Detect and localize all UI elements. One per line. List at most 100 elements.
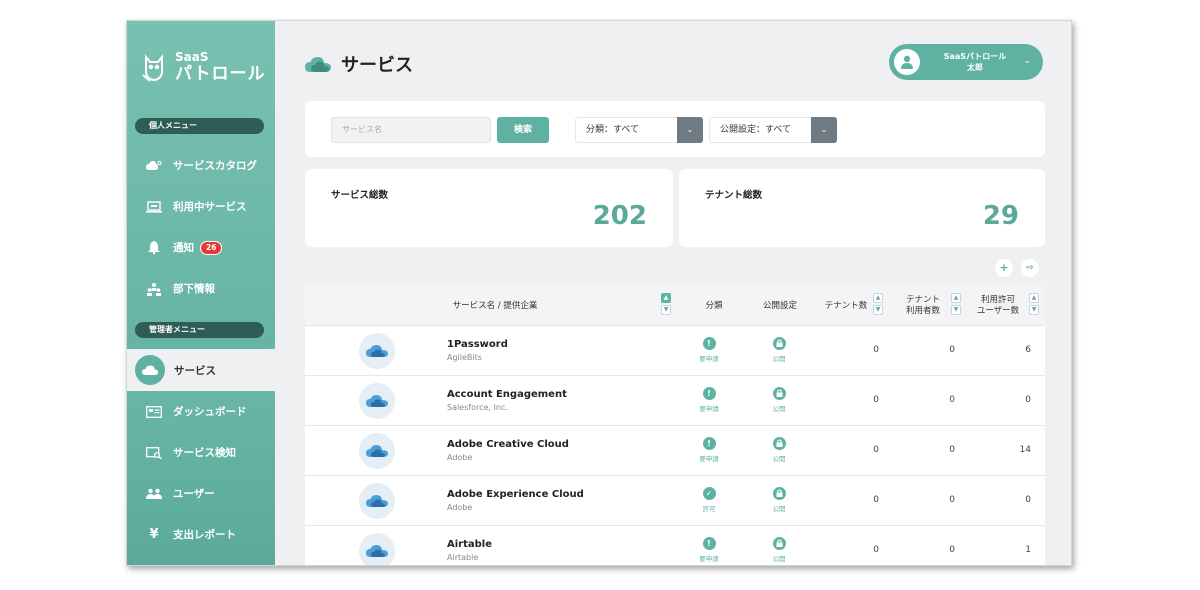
personal-menu-heading: 個人メニュー: [135, 118, 264, 134]
brand-logo[interactable]: SaaS パトロール: [141, 51, 266, 84]
licensed-user-count: 0: [1025, 395, 1031, 405]
sidebar-item-label: ユーザー: [173, 488, 215, 500]
user-name: SaaSパトロール 太郎: [927, 51, 1023, 73]
sort-asc-icon[interactable]: ▲: [951, 293, 961, 303]
service-name[interactable]: Adobe Experience Cloud: [447, 489, 584, 500]
brand-line2: パトロール: [175, 64, 266, 84]
public-setting-select[interactable]: 公開設定：すべて ⌄: [709, 117, 837, 143]
laptop-icon: [145, 200, 163, 214]
category-label: 要申請: [699, 405, 719, 413]
user-menu[interactable]: SaaSパトロール 太郎 ⌄: [889, 44, 1043, 80]
sidebar-item-services-in-use[interactable]: 利用中サービス: [145, 199, 247, 214]
service-vendor: Adobe: [447, 503, 473, 512]
search-button[interactable]: 検索: [497, 117, 549, 143]
licensed-user-count: 1: [1025, 545, 1031, 555]
sidebar-item-label: 部下情報: [173, 283, 215, 295]
tenant-count: 0: [873, 345, 879, 355]
page-title: サービス: [341, 55, 413, 76]
status-icon: !: [702, 437, 716, 450]
service-logo: [359, 433, 395, 469]
service-name[interactable]: 1Password: [447, 339, 508, 350]
table-row[interactable]: Adobe Creative Cloud Adobe ! 要申請 公開 0 0 …: [305, 426, 1045, 476]
sidebar-item-label: 利用中サービス: [173, 201, 247, 213]
public-status: 公開: [759, 537, 799, 563]
public-label: 公開: [772, 355, 786, 363]
column-header-tenant-users: テナント 利用者数: [905, 295, 940, 316]
table-header: サービス名 / 提供企業 ▲ ▼ 分類 公開設定 テナント数 ▲ ▼ テナント …: [305, 286, 1045, 326]
status-icon: ✓: [702, 487, 716, 500]
sidebar-item-dashboard[interactable]: ダッシュボード: [145, 404, 247, 419]
cloud-icon: [366, 495, 388, 507]
service-name[interactable]: Adobe Creative Cloud: [447, 439, 569, 450]
service-vendor: Salesforce, Inc.: [447, 403, 508, 412]
lock-icon: [772, 387, 786, 400]
category-select[interactable]: 分類：すべて ⌄: [575, 117, 703, 143]
sort-asc-icon[interactable]: ▲: [661, 293, 671, 303]
status-icon: !: [702, 537, 716, 550]
search-input[interactable]: サービス名: [331, 117, 491, 143]
category-label: 許可: [702, 505, 716, 513]
service-name[interactable]: Account Engagement: [447, 389, 567, 400]
cloud-icon: [366, 395, 388, 407]
sidebar-item-label: 支出レポート: [173, 529, 236, 541]
users-icon: [145, 487, 163, 501]
category-label: 要申請: [699, 555, 719, 563]
service-logo: [359, 383, 395, 419]
lock-icon: [772, 537, 786, 550]
column-header-public: 公開設定: [762, 300, 797, 311]
category-status: ! 要申請: [689, 387, 729, 413]
category-status: ✓ 許可: [689, 487, 729, 513]
sort-asc-icon[interactable]: ▲: [1029, 293, 1039, 303]
category-label: 要申請: [699, 355, 719, 363]
dashboard-icon: [145, 405, 163, 419]
total-tenants-value: 29: [982, 201, 1019, 231]
tenant-count: 0: [873, 445, 879, 455]
user-name-line1: SaaSパトロール: [943, 52, 1007, 61]
public-select-value: 公開設定：すべて: [720, 125, 792, 135]
table-row[interactable]: Airtable Airtable ! 要申請 公開 0 0 1: [305, 526, 1045, 565]
page-header: サービス: [305, 51, 413, 77]
public-status: 公開: [759, 487, 799, 513]
bell-icon: [145, 241, 163, 255]
table-row[interactable]: Account Engagement Salesforce, Inc. ! 要申…: [305, 376, 1045, 426]
chevron-down-icon: ⌄: [1023, 56, 1031, 66]
category-select-value: 分類：すべて: [586, 125, 640, 135]
sort-desc-icon[interactable]: ▼: [661, 305, 671, 315]
notification-count-badge: 26: [200, 240, 223, 255]
sort-desc-icon[interactable]: ▼: [951, 305, 961, 315]
sort-tenants-control[interactable]: ▲ ▼: [873, 293, 883, 315]
category-status: ! 要申請: [689, 337, 729, 363]
category-label: 要申請: [699, 455, 719, 463]
main-content: サービス SaaSパトロール 太郎 ⌄ サービス名 検索 分類：すべて ⌄ 公開…: [275, 21, 1071, 565]
service-name[interactable]: Airtable: [447, 539, 492, 550]
sidebar-item-spend-report[interactable]: ¥ 支出レポート: [145, 527, 236, 542]
cloud-icon: [366, 345, 388, 357]
owl-logo-icon: [142, 53, 163, 82]
sidebar-item-services[interactable]: サービス: [127, 349, 275, 391]
avatar: [894, 49, 920, 75]
public-label: 公開: [772, 555, 786, 563]
user-name-line2: 太郎: [967, 63, 983, 72]
sort-desc-icon[interactable]: ▼: [873, 305, 883, 315]
sidebar-item-service-catalog[interactable]: サービスカタログ: [145, 158, 257, 173]
sort-asc-icon[interactable]: ▲: [873, 293, 883, 303]
sidebar-item-notifications[interactable]: 通知 26: [145, 240, 223, 255]
sort-name-control[interactable]: ▲ ▼: [661, 293, 671, 315]
cloud-icon: [366, 445, 388, 457]
cloud-icon: [366, 545, 388, 557]
sidebar-item-subordinates[interactable]: 部下情報: [145, 281, 215, 296]
tenant-count: 0: [873, 395, 879, 405]
table-row[interactable]: Adobe Experience Cloud Adobe ✓ 許可 公開 0 0…: [305, 476, 1045, 526]
export-button[interactable]: ⇨: [1021, 259, 1039, 277]
sidebar-item-service-detection[interactable]: サービス検知: [145, 445, 236, 460]
sidebar-item-label: サービス検知: [173, 447, 236, 459]
add-service-button[interactable]: +: [995, 259, 1013, 277]
table-row[interactable]: 1Password AgileBits ! 要申請 公開 0 0 6: [305, 326, 1045, 376]
sort-tenant-users-control[interactable]: ▲ ▼: [951, 293, 961, 315]
sort-desc-icon[interactable]: ▼: [1029, 305, 1039, 315]
sort-licensed-control[interactable]: ▲ ▼: [1029, 293, 1039, 315]
lock-icon: [772, 337, 786, 350]
sidebar-item-users[interactable]: ユーザー: [145, 486, 215, 501]
lock-icon: [772, 487, 786, 500]
yen-icon: ¥: [149, 527, 159, 542]
